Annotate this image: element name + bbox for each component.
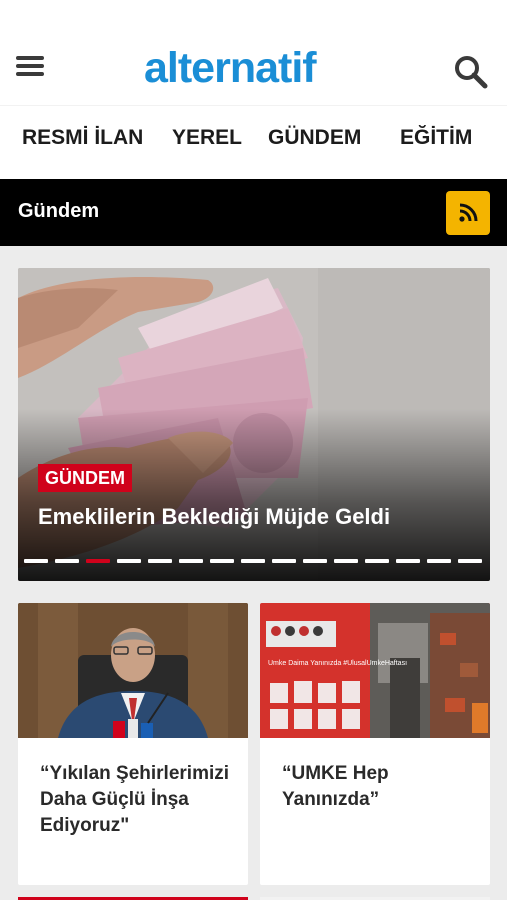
- hamburger-menu-icon[interactable]: [14, 52, 48, 86]
- slider-dot[interactable]: [117, 559, 141, 563]
- slide-headline[interactable]: Emeklilerin Beklediği Müjde Geldi: [38, 504, 478, 530]
- search-icon[interactable]: [452, 52, 492, 92]
- slider-dot[interactable]: [55, 559, 79, 563]
- section-header: Gündem: [0, 179, 507, 246]
- slider-pagination: [24, 559, 486, 563]
- slider-dot[interactable]: [427, 559, 451, 563]
- slider-dot[interactable]: [241, 559, 265, 563]
- site-logo[interactable]: alternatif: [144, 44, 317, 93]
- section-title: Gündem: [18, 200, 100, 222]
- card-title[interactable]: “UMKE Hep Yanınızda”: [282, 761, 477, 813]
- card-thumbnail: [18, 603, 248, 738]
- slider-dot[interactable]: [334, 559, 358, 563]
- slider-dot[interactable]: [86, 559, 110, 563]
- slider-dot[interactable]: [396, 559, 420, 563]
- slide-gradient: [18, 268, 490, 581]
- card-title[interactable]: “Yıkılan Şehirlerimizi Daha Güçlü İnşa E…: [40, 761, 235, 839]
- slider-dot[interactable]: [24, 559, 48, 563]
- nav-item-egitim[interactable]: EĞİTİM: [400, 126, 472, 150]
- featured-slider[interactable]: GÜNDEM Emeklilerin Beklediği Müjde Geldi: [18, 268, 490, 581]
- slider-dot[interactable]: [148, 559, 172, 563]
- rss-button[interactable]: [446, 191, 490, 235]
- slider-dot[interactable]: [272, 559, 296, 563]
- slider-dot[interactable]: [458, 559, 482, 563]
- slider-dot[interactable]: [303, 559, 327, 563]
- slider-dot[interactable]: [179, 559, 203, 563]
- slider-dot[interactable]: [365, 559, 389, 563]
- nav-item-gundem[interactable]: GÜNDEM: [268, 126, 361, 150]
- category-nav: RESMİ İLAN YEREL GÜNDEM EĞİTİM: [0, 105, 507, 179]
- nav-item-resmi-ilan[interactable]: RESMİ İLAN: [22, 126, 143, 150]
- slider-dot[interactable]: [210, 559, 234, 563]
- card-image-caption: Umke Daima Yanınızda #UlusalUmkeHaftası: [268, 660, 407, 667]
- nav-item-yerel[interactable]: YEREL: [172, 126, 242, 150]
- news-card[interactable]: “Yıkılan Şehirlerimizi Daha Güçlü İnşa E…: [18, 603, 248, 885]
- site-header: alternatif: [0, 0, 507, 105]
- rss-icon: [459, 203, 478, 222]
- card-thumbnail: Umke Daima Yanınızda #UlusalUmkeHaftası: [260, 603, 490, 738]
- category-badge[interactable]: GÜNDEM: [38, 464, 132, 492]
- news-card[interactable]: Umke Daima Yanınızda #UlusalUmkeHaftası …: [260, 603, 490, 885]
